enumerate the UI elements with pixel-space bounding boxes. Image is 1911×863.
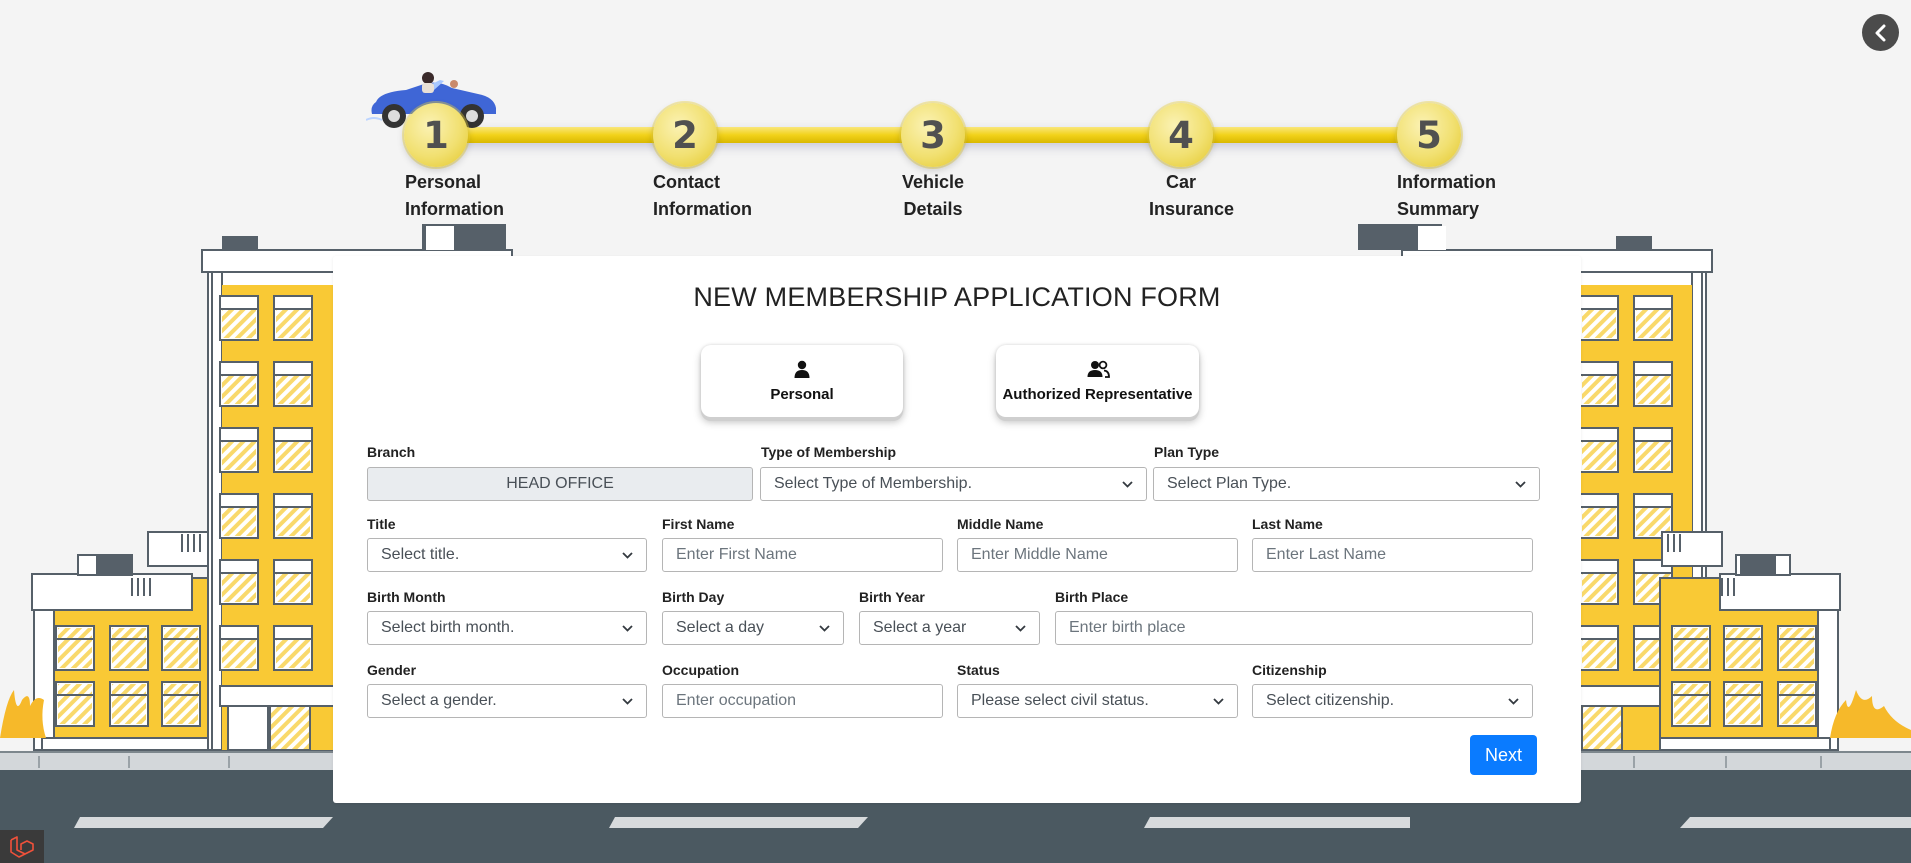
step-5-number: 5 xyxy=(1397,103,1461,167)
chevron-down-icon xyxy=(1515,480,1526,488)
birth-day-value: Select a day xyxy=(676,619,765,636)
step-1-label-line1: Personal xyxy=(405,172,482,192)
first-name-label: First Name xyxy=(662,516,735,532)
step-4-label: Car Insurance xyxy=(1149,169,1234,223)
membership-type-value: Select Type of Membership. xyxy=(774,475,973,492)
personal-type-button[interactable]: Personal xyxy=(701,345,903,417)
birth-month-select[interactable]: Select birth month. xyxy=(367,611,647,645)
chevron-down-icon xyxy=(622,551,633,559)
gender-select[interactable]: Select a gender. xyxy=(367,684,647,718)
citizenship-value: Select citizenship. xyxy=(1266,692,1395,709)
chevron-down-icon xyxy=(622,624,633,632)
laravel-icon xyxy=(10,835,34,858)
gender-label: Gender xyxy=(367,662,417,678)
membership-type-label: Type of Membership xyxy=(761,444,897,460)
citizenship-select[interactable]: Select citizenship. xyxy=(1252,684,1533,718)
progress-stepper: 1 Personal Information 2 Contact Informa… xyxy=(0,0,1911,230)
title-value: Select title. xyxy=(381,546,460,563)
status-label: Status xyxy=(957,662,1000,678)
plan-type-value: Select Plan Type. xyxy=(1167,475,1292,492)
middle-name-label: Middle Name xyxy=(957,516,1044,532)
gender-value: Select a gender. xyxy=(381,692,497,709)
chevron-down-icon xyxy=(1122,480,1133,488)
step-2-label-line1: Contact xyxy=(653,172,720,192)
chevron-down-icon xyxy=(622,697,633,705)
citizenship-label: Citizenship xyxy=(1252,662,1327,678)
last-name-input[interactable] xyxy=(1252,538,1533,572)
occupation-input[interactable] xyxy=(662,684,943,718)
branch-field: HEAD OFFICE xyxy=(367,467,753,501)
step-2-label-line2: Information xyxy=(653,199,752,219)
step-3-label-line1: Vehicle xyxy=(902,172,965,192)
birth-day-label: Birth Day xyxy=(662,589,725,605)
representative-type-button[interactable]: Authorized Representative xyxy=(996,345,1199,417)
step-1-number: 1 xyxy=(404,103,468,167)
birth-day-select[interactable]: Select a day xyxy=(662,611,844,645)
birth-place-input[interactable] xyxy=(1055,611,1533,645)
civil-status-value: Please select civil status. xyxy=(971,692,1149,709)
first-name-input[interactable] xyxy=(662,538,943,572)
step-1-label: Personal Information xyxy=(405,169,504,223)
representative-type-label: Authorized Representative xyxy=(1002,385,1193,403)
birth-year-value: Select a year xyxy=(873,619,967,636)
personal-type-label: Personal xyxy=(770,385,834,403)
step-5-label: Information Summary xyxy=(1397,169,1496,223)
birth-year-select[interactable]: Select a year xyxy=(859,611,1040,645)
step-4-label-line1: Car xyxy=(1166,172,1197,192)
laravel-badge[interactable] xyxy=(0,830,44,863)
people-icon xyxy=(1087,360,1110,378)
form-title: NEW MEMBERSHIP APPLICATION FORM xyxy=(693,282,1221,312)
plan-type-select[interactable]: Select Plan Type. xyxy=(1153,467,1540,501)
step-3-number: 3 xyxy=(901,103,965,167)
step-4-number: 4 xyxy=(1149,103,1213,167)
occupation-label: Occupation xyxy=(662,662,740,678)
birth-month-value: Select birth month. xyxy=(381,619,515,636)
step-2-label: Contact Information xyxy=(653,169,752,223)
membership-type-select[interactable]: Select Type of Membership. xyxy=(760,467,1147,501)
title-label: Title xyxy=(367,516,396,532)
person-icon xyxy=(794,360,810,378)
step-3-label: Vehicle Details xyxy=(902,169,964,223)
birth-place-label: Birth Place xyxy=(1055,589,1129,605)
chevron-down-icon xyxy=(1213,697,1224,705)
middle-name-input[interactable] xyxy=(957,538,1238,572)
birth-month-label: Birth Month xyxy=(367,589,446,605)
birth-year-label: Birth Year xyxy=(859,589,925,605)
last-name-label: Last Name xyxy=(1252,516,1323,532)
step-5-label-line2: Summary xyxy=(1397,199,1480,219)
membership-form-card: NEW MEMBERSHIP APPLICATION FORM Personal… xyxy=(333,256,1581,803)
chevron-down-icon xyxy=(1508,697,1519,705)
branch-label: Branch xyxy=(367,444,416,460)
step-2-number: 2 xyxy=(653,103,717,167)
civil-status-select[interactable]: Please select civil status. xyxy=(957,684,1238,718)
step-5-label-line1: Information xyxy=(1397,172,1496,192)
plan-type-label: Plan Type xyxy=(1154,444,1220,460)
chevron-down-icon xyxy=(819,624,830,632)
next-button[interactable]: Next xyxy=(1470,735,1537,775)
step-3-label-line2: Details xyxy=(903,199,963,219)
step-1-label-line2: Information xyxy=(405,199,504,219)
title-select[interactable]: Select title. xyxy=(367,538,647,572)
step-4-label-line2: Insurance xyxy=(1149,199,1235,219)
chevron-down-icon xyxy=(1015,624,1026,632)
